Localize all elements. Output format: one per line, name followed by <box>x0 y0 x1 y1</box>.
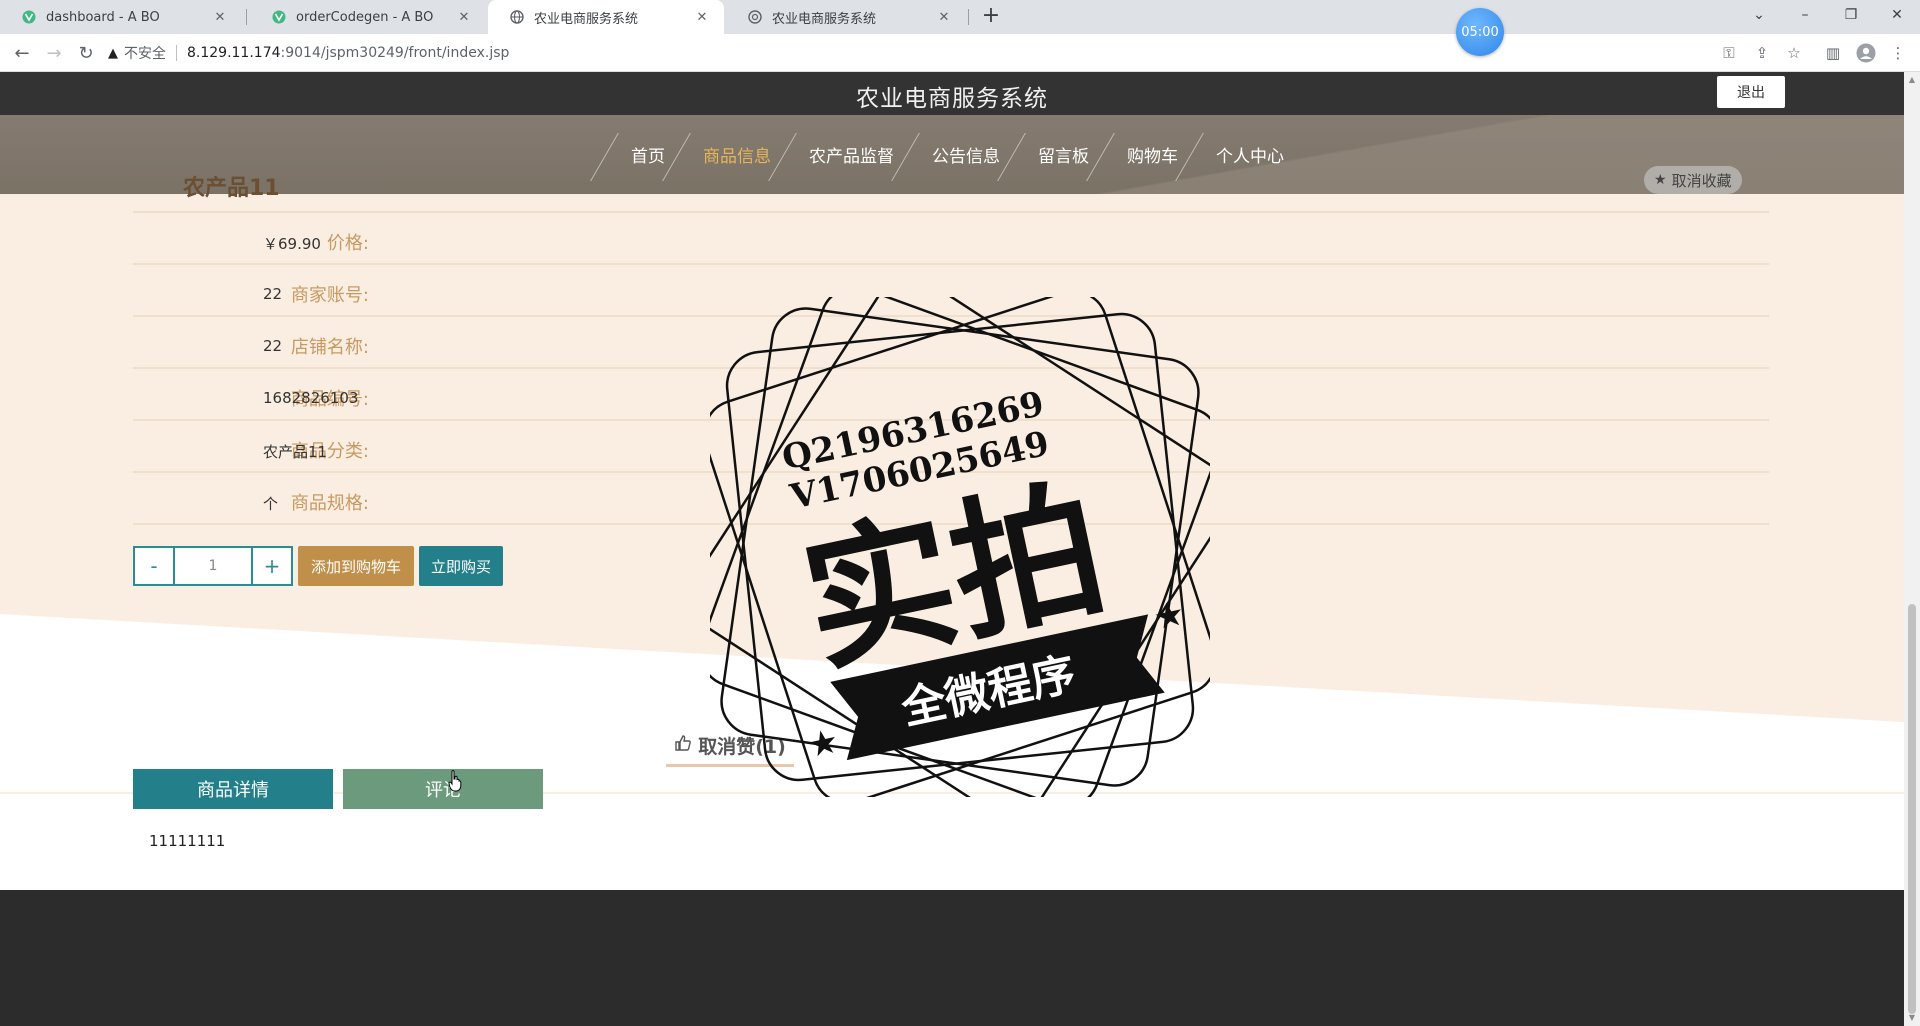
attribute-row-shop-name: 店铺名称: 22 <box>133 317 1769 369</box>
profile-avatar-icon[interactable] <box>1856 43 1876 63</box>
unfavorite-button[interactable]: ★ 取消收藏 <box>1644 166 1742 194</box>
minimize-icon[interactable]: – <box>1782 0 1828 30</box>
site-title: 农业电商服务系统 <box>856 86 1048 112</box>
attribute-value: 个 <box>263 495 279 513</box>
attribute-label: 价格: <box>326 233 369 254</box>
attribute-value: 22 <box>263 337 283 355</box>
forward-icon[interactable]: → <box>42 41 66 65</box>
nav-item-profile[interactable]: 个人中心 <box>1197 115 1303 194</box>
quantity-decrease-button[interactable]: - <box>135 548 173 584</box>
browser-tab-active[interactable]: 农业电商服务系统 ✕ <box>488 0 724 34</box>
shield-icon <box>748 10 762 24</box>
scrollbar-thumb[interactable] <box>1908 604 1916 1014</box>
side-panel-icon[interactable]: ▥ <box>1823 43 1843 63</box>
menu-kebab-icon[interactable]: ⋮ <box>1888 43 1908 63</box>
thumbs-up-icon <box>674 734 692 757</box>
quantity-input[interactable]: 1 <box>173 548 253 584</box>
tab-product-detail[interactable]: 商品详情 <box>133 769 333 809</box>
nav-item-supervision[interactable]: 农产品监督 <box>790 115 913 194</box>
warning-icon[interactable]: ▲ <box>108 46 118 61</box>
nav-item-message-board[interactable]: 留言板 <box>1019 115 1108 194</box>
logout-button[interactable]: 退出 <box>1717 76 1785 108</box>
browser-tab-title: orderCodegen - A BO <box>296 9 434 25</box>
page-scrollbar[interactable]: ▲ ▼ <box>1904 72 1920 1026</box>
tab-search-icon[interactable]: ⌄ <box>1736 0 1782 30</box>
attribute-row-merchant-account: 商家账号: 22 <box>133 265 1769 317</box>
vue-icon <box>22 10 36 24</box>
bookmark-star-icon[interactable]: ☆ <box>1784 43 1804 63</box>
nav-item-products[interactable]: 商品信息 <box>684 115 790 194</box>
nav-items: 首页 商品信息 农产品监督 公告信息 留言板 购物车 个人中心 <box>612 115 1303 194</box>
url-path[interactable]: :9014/jspm30249/front/index.jsp <box>281 45 510 61</box>
attribute-row-price: 价格: ￥69.90 <box>133 213 1769 265</box>
site-footer <box>0 890 1904 1026</box>
recording-timer-badge[interactable]: 05:00 <box>1456 8 1504 56</box>
vue-icon <box>272 10 286 24</box>
attribute-row-product-id: 商品编号: 1682826103 <box>133 369 1769 421</box>
globe-icon <box>510 10 524 24</box>
url-host[interactable]: 8.129.11.174 <box>187 45 281 61</box>
browser-tab-bar: dashboard - A BO ✕ orderCodegen - A BO ✕… <box>0 0 1920 34</box>
tab-divider <box>246 9 247 25</box>
scroll-up-icon[interactable]: ▲ <box>1908 76 1916 84</box>
browser-tab-title: 农业电商服务系统 <box>772 11 877 27</box>
attribute-value: ￥69.90 <box>263 235 321 253</box>
attribute-label: 商品规格: <box>290 493 369 514</box>
attribute-label: 店铺名称: <box>290 337 369 358</box>
tab-comments[interactable]: 评论 <box>343 769 543 809</box>
site-header: 农业电商服务系统 退出 <box>0 72 1904 115</box>
url-divider <box>176 45 177 61</box>
attribute-value: 22 <box>263 285 283 303</box>
browser-tab-title: dashboard - A BO <box>46 9 160 25</box>
quantity-stepper: - 1 + <box>133 546 293 586</box>
product-detail-content: 11111111 <box>149 832 226 850</box>
restore-icon[interactable]: ❐ <box>1828 0 1874 30</box>
share-icon[interactable]: ⇪ <box>1752 43 1772 63</box>
attribute-row-category: 商品分类: 农产品11 <box>133 421 1769 473</box>
attribute-value: 农产品11 <box>263 443 328 461</box>
reload-icon[interactable]: ↻ <box>74 41 98 65</box>
new-tab-button[interactable]: + <box>978 4 1004 30</box>
product-title: 农产品11 <box>183 176 280 201</box>
scroll-down-icon[interactable]: ▼ <box>1908 1014 1916 1022</box>
close-icon[interactable]: ✕ <box>212 10 228 25</box>
tab-divider <box>968 9 969 25</box>
mouse-cursor-icon <box>448 770 462 792</box>
unfavorite-label: 取消收藏 <box>1671 171 1732 190</box>
attribute-row-spec: 商品规格: 个 <box>133 473 1769 525</box>
page-viewport: 农业电商服务系统 退出 首页 商品信息 农产品监督 公告信息 留言板 购物车 个… <box>0 72 1904 1026</box>
back-icon[interactable]: ← <box>10 41 34 65</box>
attribute-label: 商家账号: <box>290 285 369 306</box>
close-icon[interactable]: ✕ <box>936 10 952 25</box>
nav-item-cart[interactable]: 购物车 <box>1108 115 1197 194</box>
browser-tab-dashboard[interactable]: dashboard - A BO ✕ <box>0 0 242 34</box>
browser-tab-title: 农业电商服务系统 <box>534 11 639 27</box>
add-to-cart-button[interactable]: 添加到购物车 <box>298 546 414 586</box>
close-window-icon[interactable]: ✕ <box>1874 0 1920 30</box>
nav-item-announcements[interactable]: 公告信息 <box>913 115 1019 194</box>
star-icon: ★ <box>1654 172 1667 188</box>
buy-now-button[interactable]: 立即购买 <box>419 546 503 586</box>
browser-tab-secondary[interactable]: 农业电商服务系统 ✕ <box>726 0 966 34</box>
attribute-value: 1682826103 <box>263 389 359 407</box>
address-bar[interactable]: ▲ 不安全 8.129.11.174:9014/jspm30249/front/… <box>108 38 1788 68</box>
nav-item-home[interactable]: 首页 <box>612 115 684 194</box>
browser-tab-ordercodegen[interactable]: orderCodegen - A BO ✕ <box>250 0 486 34</box>
browser-toolbar: ← → ↻ ▲ 不安全 8.129.11.174:9014/jspm30249/… <box>0 34 1920 72</box>
unlike-button[interactable]: 取消赞(1) <box>666 727 794 767</box>
close-icon[interactable]: ✕ <box>694 10 710 25</box>
close-icon[interactable]: ✕ <box>456 10 472 25</box>
quantity-increase-button[interactable]: + <box>253 548 291 584</box>
security-label[interactable]: 不安全 <box>124 43 166 63</box>
main-navbar: 首页 商品信息 农产品监督 公告信息 留言板 购物车 个人中心 <box>0 115 1904 194</box>
unlike-label: 取消赞(1) <box>698 736 786 758</box>
key-icon[interactable]: ⚿ <box>1719 43 1739 63</box>
